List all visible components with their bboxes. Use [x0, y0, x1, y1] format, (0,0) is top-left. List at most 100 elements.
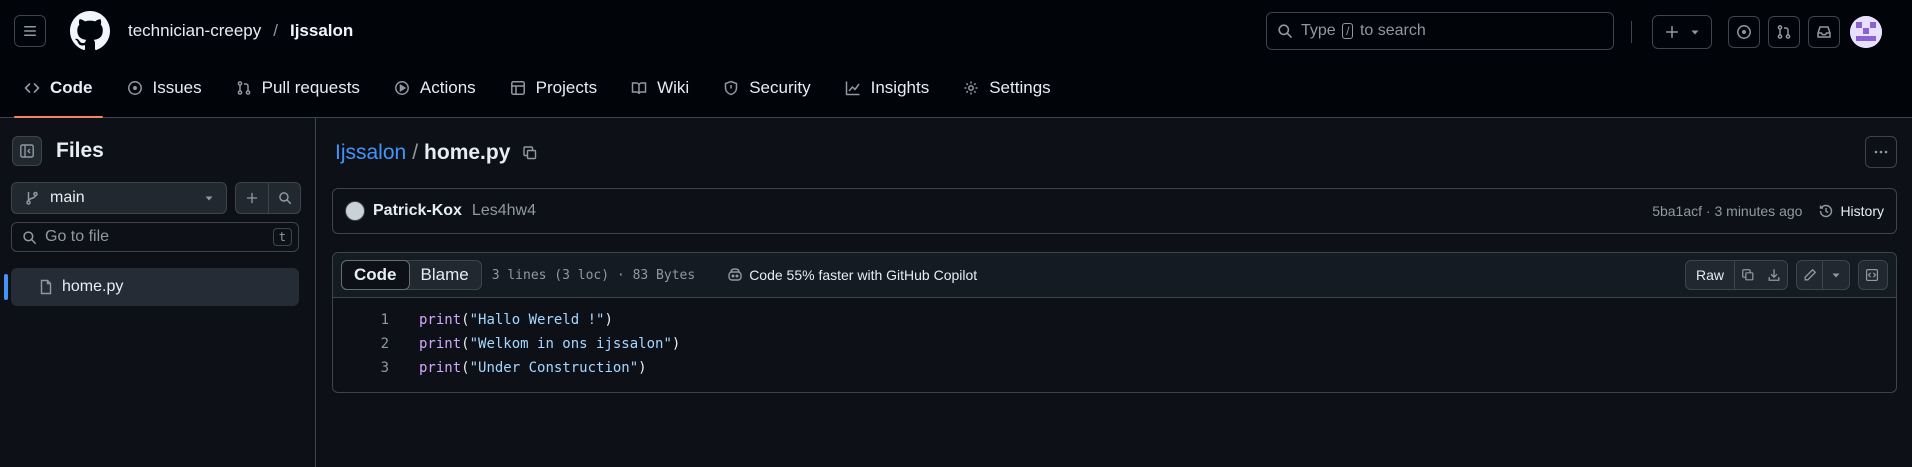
code-line: 1 print("Hallo Wereld !") — [333, 308, 1896, 332]
github-logo-icon[interactable] — [70, 11, 110, 51]
file-tree-item-label: home.py — [62, 278, 124, 295]
history-button[interactable]: History — [1818, 203, 1884, 219]
tab-code[interactable]: Code — [14, 62, 103, 118]
repo-breadcrumb: technician-creepy / Ijssalon — [128, 21, 353, 41]
git-branch-icon — [26, 191, 38, 205]
copy-raw-button[interactable] — [1735, 261, 1761, 289]
commit-message[interactable]: Les4hw4 — [472, 202, 536, 220]
chevron-down-icon — [1832, 273, 1840, 278]
tab-wiki-label: Wiki — [657, 78, 690, 97]
copy-icon — [1742, 269, 1754, 281]
file-tree-item[interactable]: home.py — [4, 268, 299, 306]
symbols-panel-toggle[interactable] — [1859, 261, 1885, 289]
file-tree-sidebar: Files main Go to file t home.py — [0, 118, 316, 467]
header-divider — [1631, 21, 1632, 43]
copilot-icon — [728, 268, 742, 281]
code-view-button[interactable]: Code — [341, 260, 410, 290]
line-number[interactable]: 2 — [333, 336, 389, 352]
play-icon — [394, 81, 409, 95]
tab-settings[interactable]: Settings — [953, 62, 1060, 114]
plus-icon — [1666, 26, 1678, 38]
search-files-button[interactable] — [268, 183, 300, 213]
code-line: 3 print("Under Construction") — [333, 356, 1896, 380]
download-button[interactable] — [1761, 261, 1787, 289]
global-header: technician-creepy / Ijssalon Type / to s… — [0, 0, 1912, 62]
breadcrumb-separator: / — [273, 21, 278, 40]
line-source: print("Under Construction") — [419, 360, 647, 376]
commit-time: 3 minutes ago — [1714, 203, 1803, 219]
tab-issues[interactable]: Issues — [117, 62, 212, 114]
header-actions — [1631, 15, 1882, 49]
branch-row: main — [11, 182, 315, 214]
pencil-icon — [1804, 268, 1816, 281]
collapse-sidebar-button[interactable] — [12, 136, 42, 166]
shield-icon — [724, 80, 738, 96]
tab-settings-label: Settings — [989, 78, 1051, 97]
line-source: print("Welkom in ons ijssalon") — [419, 336, 681, 352]
repo-link[interactable]: Ijssalon — [290, 21, 353, 41]
kebab-horizontal-icon — [1874, 150, 1888, 154]
search-icon — [23, 230, 36, 244]
gear-icon — [964, 81, 978, 95]
commit-author[interactable]: Patrick-Kox — [373, 202, 462, 220]
copilot-promo[interactable]: Code 55% faster with GitHub Copilot — [727, 267, 977, 283]
sidebar-actions — [235, 182, 301, 214]
tab-actions[interactable]: Actions — [384, 62, 486, 114]
issue-opened-icon — [1737, 25, 1751, 39]
inbox-icon — [1817, 26, 1831, 38]
latest-commit-bar: Patrick-Kox Les4hw4 5ba1acf · 3 minutes … — [332, 188, 1897, 234]
code-icon — [24, 83, 40, 93]
code-line: 2 print("Welkom in ons ijssalon") — [333, 332, 1896, 356]
go-to-file-shortcut: t — [272, 228, 292, 246]
line-number[interactable]: 1 — [333, 312, 389, 328]
tab-pull-requests[interactable]: Pull requests — [226, 62, 370, 114]
search-input[interactable]: Type / to search — [1266, 12, 1614, 50]
file-icon — [40, 279, 52, 295]
path-separator: / — [412, 141, 419, 164]
copy-icon — [523, 146, 537, 160]
code-viewer-header: Code Blame 3 lines (3 loc) · 83 Bytes Co… — [333, 253, 1896, 298]
symbols-button[interactable] — [1858, 260, 1888, 290]
add-file-button[interactable] — [236, 183, 268, 213]
line-number[interactable]: 3 — [333, 360, 389, 376]
go-to-file-input[interactable]: Go to file t — [11, 222, 299, 252]
more-options-button[interactable] — [1865, 136, 1897, 168]
branch-name: main — [50, 189, 85, 206]
tab-wiki[interactable]: Wiki — [621, 62, 699, 114]
branch-selector[interactable]: main — [11, 182, 227, 214]
chevron-down-icon — [1691, 30, 1699, 35]
commit-sha[interactable]: 5ba1acf — [1652, 203, 1702, 219]
repo-root-link[interactable]: Ijssalon — [335, 141, 406, 165]
history-icon — [1820, 204, 1833, 218]
chevron-down-icon — [205, 196, 213, 201]
git-pull-request-icon — [237, 81, 250, 95]
edit-actions-group — [1796, 260, 1850, 290]
table-icon — [510, 81, 525, 95]
inbox-button[interactable] — [1808, 16, 1840, 48]
repo-nav: Code Issues Pull requests Actions Projec… — [0, 62, 1912, 118]
search-shortcut-key: / — [1342, 23, 1354, 39]
hamburger-icon — [24, 26, 36, 36]
tab-insights[interactable]: Insights — [835, 62, 940, 114]
issues-button[interactable] — [1728, 16, 1760, 48]
file-name: home.py — [424, 141, 511, 164]
user-avatar[interactable] — [1850, 16, 1882, 48]
menu-button[interactable] — [14, 15, 46, 47]
tab-security[interactable]: Security — [713, 62, 820, 114]
file-view: Ijssalon / home.py Patrick-Kox Les4hw4 5… — [332, 118, 1897, 393]
blame-view-button[interactable]: Blame — [409, 261, 481, 289]
issue-opened-icon — [127, 81, 142, 95]
pull-requests-button[interactable] — [1768, 16, 1800, 48]
create-new-button[interactable] — [1652, 15, 1712, 49]
owner-link[interactable]: technician-creepy — [128, 21, 261, 41]
graph-icon — [845, 81, 860, 96]
copy-path-button[interactable] — [522, 145, 538, 161]
raw-button[interactable]: Raw — [1686, 261, 1735, 289]
edit-file-button[interactable] — [1797, 261, 1823, 289]
commit-info: 5ba1acf · 3 minutes ago — [1652, 203, 1803, 219]
tab-projects[interactable]: Projects — [500, 62, 607, 114]
edit-options-button[interactable] — [1823, 261, 1849, 289]
tab-projects-label: Projects — [535, 78, 598, 97]
tab-actions-label: Actions — [419, 78, 476, 97]
author-avatar[interactable] — [345, 201, 365, 221]
